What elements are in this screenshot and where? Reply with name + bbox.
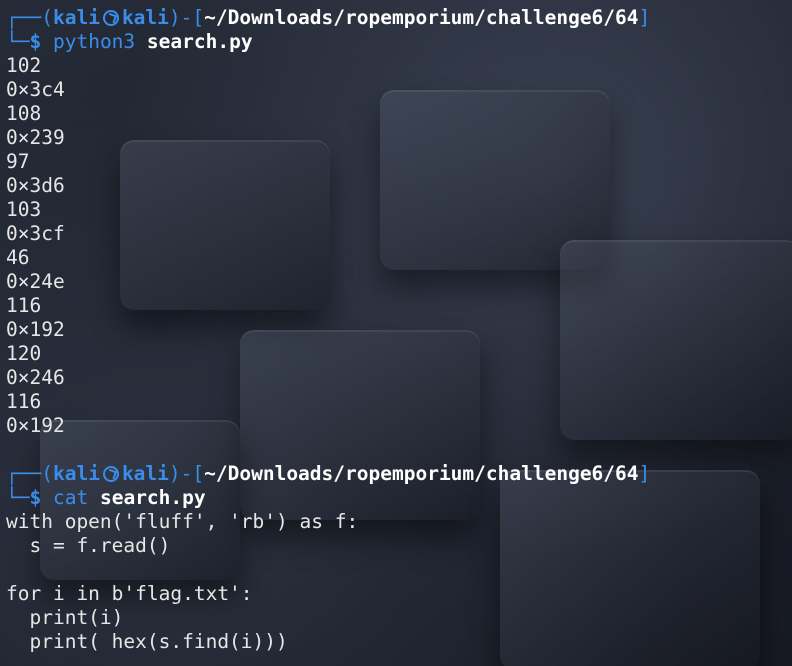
output-line: 102 [6, 54, 42, 77]
prompt-bracket: ┌──( [6, 462, 53, 485]
output-line: 0×3c4 [6, 78, 65, 101]
command-argument: search.py [99, 486, 206, 509]
prompt-dollar: $ [29, 30, 42, 53]
file-contents: with open('fluff', 'rb') as f: s = f.rea… [6, 510, 792, 654]
prompt-corner: └─ [6, 486, 30, 509]
output-line: 46 [6, 246, 30, 269]
source-line: for i in b'flag.txt': [6, 582, 253, 605]
output-line: 108 [6, 102, 42, 125]
terminal-output[interactable]: ┌──(kali kali)-[~/Downloads/ropemporium/c… [6, 6, 792, 654]
source-line: print(i) [6, 606, 124, 629]
command-output: 102 0×3c4 108 0×239 97 0×3d6 103 0×3cf 4… [6, 54, 792, 438]
prompt-user: kali [52, 462, 100, 485]
output-line: 0×3cf [6, 222, 65, 245]
prompt-header: ┌──(kali kali)-[~/Downloads/ropemporium/c… [6, 6, 792, 30]
output-line: 97 [6, 150, 30, 173]
output-line: 0×246 [6, 366, 65, 389]
prompt-host: kali [121, 6, 169, 29]
prompt-command-line: └─$ cat search.py [6, 486, 792, 510]
output-line: 0×192 [6, 414, 65, 437]
prompt-dir-close: ] [638, 6, 651, 29]
prompt-user: kali [52, 6, 100, 29]
output-line: 0×239 [6, 126, 65, 149]
source-line [6, 558, 792, 582]
prompt-dir-open: )-[ [168, 462, 205, 485]
kali-dragon-icon [102, 466, 119, 482]
prompt-cwd: ~/Downloads/ropemporium/challenge6/64 [204, 6, 639, 29]
prompt-dollar: $ [29, 486, 42, 509]
command-name: cat [52, 486, 89, 509]
command-argument: search.py [146, 30, 253, 53]
prompt-command-line: └─$ python3 search.py [6, 30, 792, 54]
output-line: 116 [6, 294, 42, 317]
source-line: s = f.read() [6, 534, 171, 557]
output-line: 0×24e [6, 270, 65, 293]
output-line: 0×192 [6, 318, 65, 341]
prompt-corner: └─ [6, 30, 30, 53]
source-line: with open('fluff', 'rb') as f: [6, 510, 359, 533]
prompt-header: ┌──(kali kali)-[~/Downloads/ropemporium/c… [6, 462, 792, 486]
output-line: 103 [6, 198, 42, 221]
prompt-dir-open: )-[ [168, 6, 205, 29]
kali-dragon-icon [102, 10, 119, 26]
prompt-host: kali [121, 462, 169, 485]
command-name: python3 [52, 30, 136, 53]
prompt-cwd: ~/Downloads/ropemporium/challenge6/64 [204, 462, 639, 485]
prompt-bracket: ┌──( [6, 6, 53, 29]
output-line: 116 [6, 390, 42, 413]
output-line: 0×3d6 [6, 174, 65, 197]
output-line: 120 [6, 342, 42, 365]
prompt-dir-close: ] [638, 462, 651, 485]
source-line: print( hex(s.find(i))) [6, 630, 288, 653]
